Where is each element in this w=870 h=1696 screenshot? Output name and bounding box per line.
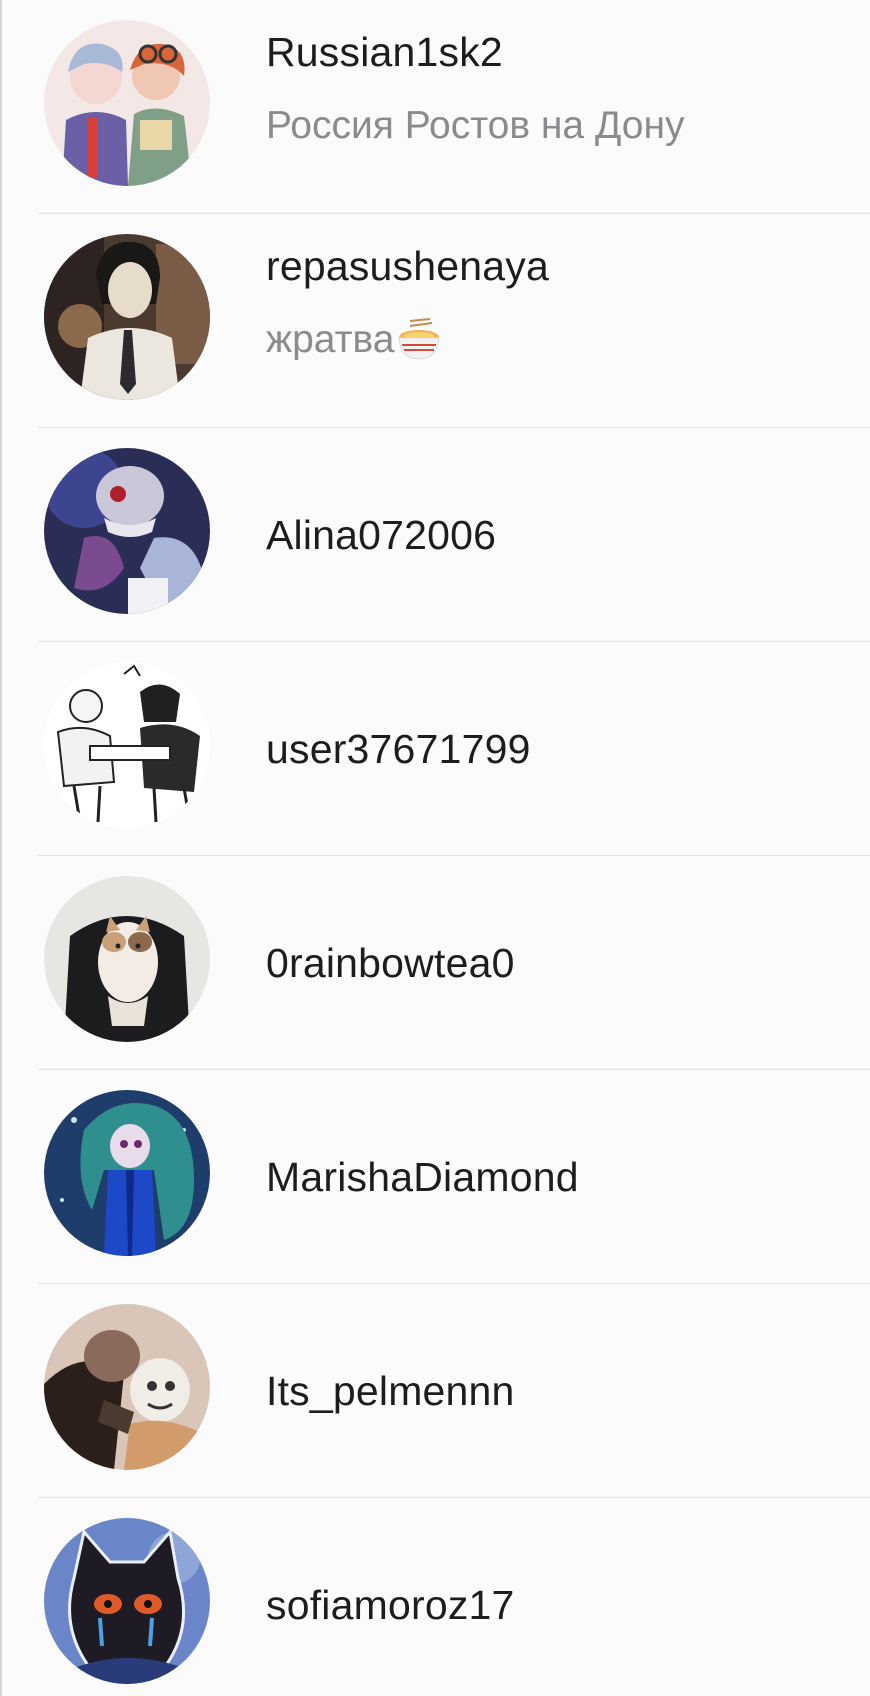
username[interactable]: Its_pelmennn [266, 1363, 850, 1419]
user-row[interactable]: sofiamoroz17 [2, 1498, 870, 1696]
followers-list-screen: Russian1sk2 Россия Ростов на Дону repasu… [0, 0, 870, 1696]
username[interactable]: 0rainbowtea0 [266, 935, 850, 991]
bio-text: Россия Ростов на Дону [266, 104, 685, 147]
user-row[interactable]: Its_pelmennn [2, 1284, 870, 1498]
avatar[interactable] [44, 234, 210, 400]
username[interactable]: MarishaDiamond [266, 1149, 850, 1205]
user-bio: Россия Ростов на Дону [266, 100, 850, 152]
avatar[interactable] [44, 1518, 210, 1684]
avatar[interactable] [44, 1090, 210, 1256]
user-text: Russian1sk2 Россия Ростов на Дону [266, 0, 850, 214]
avatar[interactable] [44, 20, 210, 186]
user-text: repasushenaya жратва [266, 214, 850, 428]
user-text: MarishaDiamond [266, 1070, 850, 1284]
user-row[interactable]: user37671799 [2, 642, 870, 856]
avatar[interactable] [44, 662, 210, 828]
username[interactable]: user37671799 [266, 721, 850, 777]
user-row[interactable]: repasushenaya жратва [2, 214, 870, 428]
username[interactable]: sofiamoroz17 [266, 1577, 850, 1633]
avatar[interactable] [44, 1304, 210, 1470]
user-row[interactable]: 0rainbowtea0 [2, 856, 870, 1070]
avatar[interactable] [44, 448, 210, 614]
user-text: 0rainbowtea0 [266, 856, 850, 1070]
user-row[interactable]: Alina072006 [2, 428, 870, 642]
bio-text: жратва [266, 318, 395, 361]
user-text: sofiamoroz17 [266, 1498, 850, 1696]
user-text: user37671799 [266, 642, 850, 856]
user-text: Its_pelmennn [266, 1284, 850, 1498]
user-row[interactable]: Russian1sk2 Россия Ростов на Дону [2, 0, 870, 214]
username[interactable]: Alina072006 [266, 507, 850, 563]
username[interactable]: Russian1sk2 [266, 24, 850, 80]
avatar[interactable] [44, 876, 210, 1042]
user-text: Alina072006 [266, 428, 850, 642]
ramen-bowl-icon [396, 317, 442, 363]
user-bio: жратва [266, 314, 850, 366]
user-list: Russian1sk2 Россия Ростов на Дону repasu… [2, 0, 870, 1696]
user-row[interactable]: MarishaDiamond [2, 1070, 870, 1284]
username[interactable]: repasushenaya [266, 238, 850, 294]
